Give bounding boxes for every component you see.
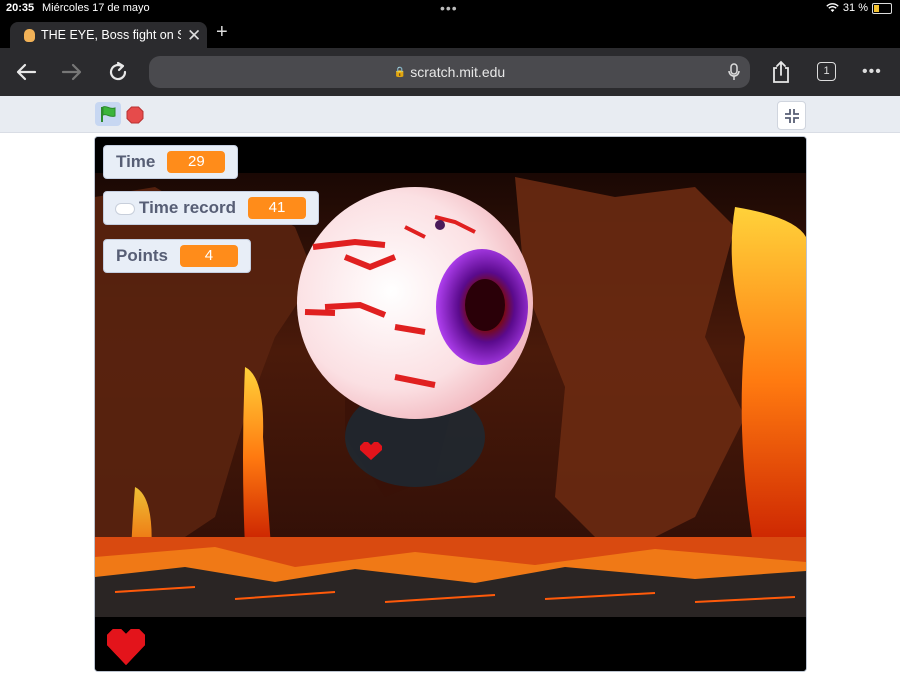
monitor-time-label: Time: [116, 152, 156, 171]
more-menu-icon[interactable]: •••: [862, 63, 882, 81]
exit-fullscreen-button[interactable]: [777, 101, 806, 130]
eye-boss-sprite: [297, 187, 533, 419]
clock: 20:35: [6, 2, 35, 14]
cloud-icon: [116, 203, 134, 214]
url-text: scratch.mit.edu: [410, 64, 506, 80]
tab-bar: THE EYE, Boss fight on Sc ✕: [0, 18, 900, 48]
microphone-icon[interactable]: [728, 63, 740, 81]
address-bar[interactable]: 🔒 scratch.mit.edu: [149, 56, 750, 88]
wifi-icon: [826, 3, 839, 12]
monitor-time-value: 29: [167, 151, 226, 173]
tab-switcher-button[interactable]: 1: [817, 62, 836, 81]
shrink-icon: [784, 108, 799, 123]
browser-tab[interactable]: THE EYE, Boss fight on Sc ✕: [10, 22, 207, 48]
browser-toolbar: 🔒 scratch.mit.edu: [0, 48, 900, 96]
lock-icon: 🔒: [393, 66, 407, 78]
share-icon[interactable]: [767, 58, 795, 86]
new-tab-icon[interactable]: +: [216, 22, 228, 42]
game-stage[interactable]: Time 29 Time record 41 Points 4: [94, 136, 807, 672]
monitor-time-record: Time record 41: [103, 191, 320, 225]
monitor-time-record-label: Time record: [139, 198, 237, 217]
favicon-icon: [24, 28, 35, 42]
battery-percent: 31 %: [842, 2, 868, 14]
life-heart-icon: [107, 629, 145, 665]
hud-bar: [95, 617, 806, 671]
multitask-dots-icon[interactable]: •••: [440, 0, 458, 16]
green-flag-button[interactable]: [95, 102, 121, 126]
stop-button[interactable]: [126, 106, 144, 124]
tab-title: THE EYE, Boss fight on Sc: [41, 28, 181, 42]
date: Miércoles 17 de mayo: [42, 2, 150, 14]
scratch-controls: [0, 96, 900, 133]
reload-icon[interactable]: [104, 58, 132, 86]
close-tab-icon[interactable]: ✕: [187, 27, 201, 44]
status-bar: 20:35 Miércoles 17 de mayo ••• 31 %: [0, 0, 900, 18]
green-flag-icon: [101, 106, 116, 122]
monitor-points-label: Points: [116, 246, 168, 265]
forward-arrow-icon[interactable]: [58, 58, 86, 86]
monitor-time: Time 29: [103, 145, 239, 179]
monitor-time-record-value: 41: [248, 197, 307, 219]
monitor-points-value: 4: [179, 245, 238, 267]
monitor-points: Points 4: [103, 239, 251, 273]
back-arrow-icon[interactable]: [12, 58, 40, 86]
battery-icon: [872, 2, 892, 14]
